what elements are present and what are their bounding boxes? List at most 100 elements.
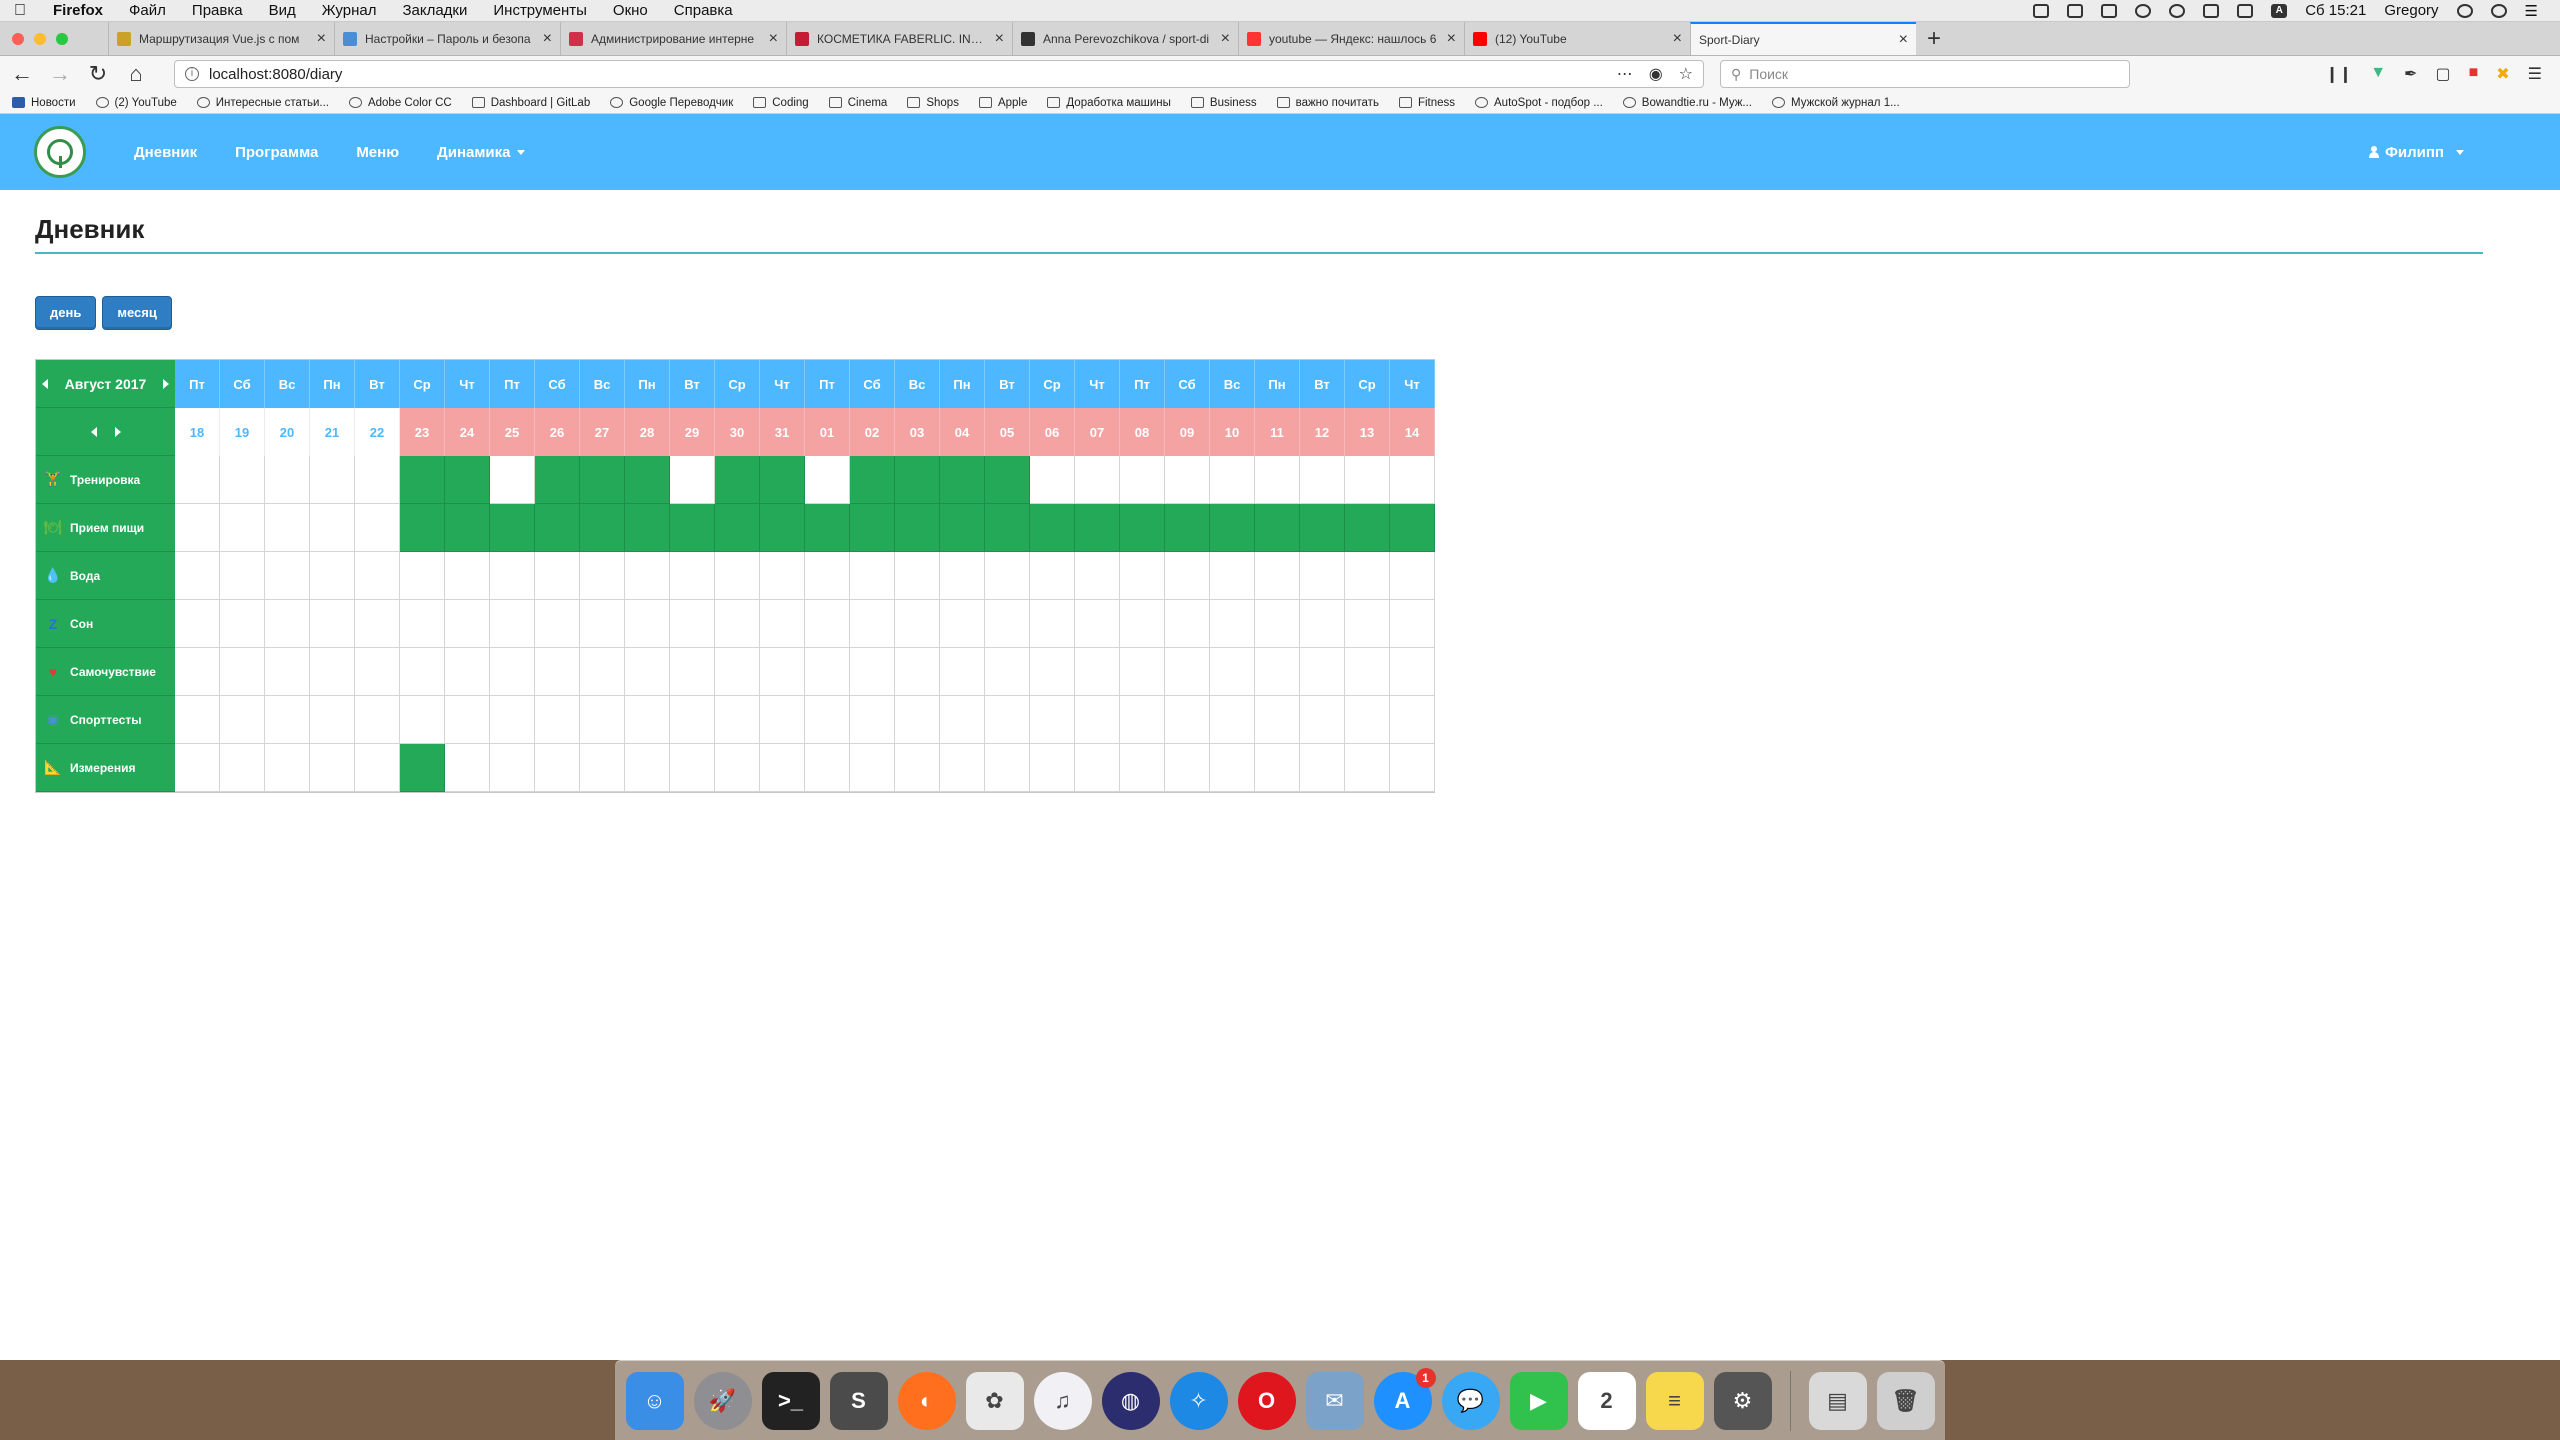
day-view-button[interactable]: день xyxy=(35,296,97,330)
diary-cell[interactable] xyxy=(175,456,220,504)
diary-cell[interactable] xyxy=(805,552,850,600)
date-cell[interactable]: 10 xyxy=(1210,408,1255,456)
diary-cell[interactable] xyxy=(310,696,355,744)
prev-month-icon[interactable] xyxy=(42,378,48,389)
user-menu[interactable]: Филипп xyxy=(2369,114,2464,190)
status-tray-icon[interactable] xyxy=(2101,3,2118,18)
notification-center-icon[interactable]: ☰ xyxy=(2525,2,2538,20)
close-tab-icon[interactable]: × xyxy=(317,30,326,48)
date-cell[interactable]: 22 xyxy=(355,408,400,456)
nav-diary-link[interactable]: Дневник xyxy=(134,144,197,161)
app-logo[interactable] xyxy=(34,126,86,178)
bookmark-item[interactable]: (2) YouTube xyxy=(95,97,177,109)
diary-cell[interactable] xyxy=(1255,744,1300,792)
menu-bookmarks[interactable]: Закладки xyxy=(389,0,480,22)
diary-cell[interactable] xyxy=(1300,648,1345,696)
menu-file[interactable]: Файл xyxy=(116,0,179,22)
diary-cell[interactable] xyxy=(1075,696,1120,744)
bookmark-item[interactable]: Интересные статьи... xyxy=(196,97,329,109)
firefox-app-icon[interactable]: ◐ xyxy=(897,1371,956,1430)
diary-cell[interactable] xyxy=(715,600,760,648)
diary-cell[interactable] xyxy=(265,600,310,648)
spotlight-search-icon[interactable] xyxy=(2456,3,2473,18)
reload-button[interactable]: ↻ xyxy=(84,60,112,88)
diary-cell[interactable] xyxy=(1120,744,1165,792)
diary-cell[interactable] xyxy=(1120,456,1165,504)
diary-cell-filled[interactable] xyxy=(940,504,985,552)
diary-cell-filled[interactable] xyxy=(670,504,715,552)
diary-cell-filled[interactable] xyxy=(805,504,850,552)
diary-cell[interactable] xyxy=(1300,600,1345,648)
date-cell[interactable]: 08 xyxy=(1120,408,1165,456)
diary-cell[interactable] xyxy=(580,744,625,792)
diary-cell[interactable] xyxy=(1030,552,1075,600)
diary-cell-filled[interactable] xyxy=(1030,504,1075,552)
diary-cell[interactable] xyxy=(625,648,670,696)
diary-cell[interactable] xyxy=(490,456,535,504)
diary-cell[interactable] xyxy=(985,600,1030,648)
diary-cell[interactable] xyxy=(1345,648,1390,696)
diary-cell[interactable] xyxy=(1390,744,1435,792)
diary-cell[interactable] xyxy=(1120,696,1165,744)
diary-cell[interactable] xyxy=(535,648,580,696)
launchpad-app-icon[interactable]: 🚀 xyxy=(693,1371,752,1430)
date-cell[interactable]: 03 xyxy=(895,408,940,456)
diary-cell[interactable] xyxy=(1390,600,1435,648)
diary-cell[interactable] xyxy=(445,552,490,600)
close-tab-icon[interactable]: × xyxy=(1899,31,1908,49)
menubar-clock[interactable]: Сб 15:21 xyxy=(2305,2,2366,19)
diary-cell[interactable] xyxy=(175,600,220,648)
diary-cell[interactable] xyxy=(175,504,220,552)
diary-cell[interactable] xyxy=(715,648,760,696)
diary-cell[interactable] xyxy=(310,456,355,504)
bookmark-star-icon[interactable]: ☆ xyxy=(1679,64,1693,84)
diary-cell[interactable] xyxy=(940,696,985,744)
diary-cell[interactable] xyxy=(445,600,490,648)
date-cell[interactable]: 13 xyxy=(1345,408,1390,456)
month-view-button[interactable]: месяц xyxy=(102,296,172,330)
library-icon[interactable]: ❙❙ xyxy=(2325,64,2352,84)
diary-cell[interactable] xyxy=(1030,600,1075,648)
status-tray-icon[interactable] xyxy=(2033,3,2050,18)
preview-app-icon[interactable]: ✉ xyxy=(1305,1371,1364,1430)
siri-app-icon[interactable]: ◍ xyxy=(1101,1371,1160,1430)
diary-cell[interactable] xyxy=(265,696,310,744)
downloads-stack-icon[interactable]: ▤ xyxy=(1808,1371,1867,1430)
menu-view[interactable]: Вид xyxy=(256,0,309,22)
diary-cell[interactable] xyxy=(760,648,805,696)
diary-cell[interactable] xyxy=(1345,744,1390,792)
bookmark-item[interactable]: Новости xyxy=(12,97,76,109)
diary-cell[interactable] xyxy=(670,600,715,648)
diary-cell[interactable] xyxy=(1075,648,1120,696)
menu-app-name[interactable]: Firefox xyxy=(40,0,116,22)
diary-cell[interactable] xyxy=(355,648,400,696)
diary-cell[interactable] xyxy=(490,600,535,648)
diary-cell[interactable] xyxy=(400,600,445,648)
siri-icon[interactable] xyxy=(2490,3,2507,18)
close-tab-icon[interactable]: × xyxy=(543,30,552,48)
diary-cell[interactable] xyxy=(1165,648,1210,696)
diary-cell[interactable] xyxy=(1165,696,1210,744)
diary-cell[interactable] xyxy=(310,648,355,696)
close-tab-icon[interactable]: × xyxy=(1447,30,1456,48)
nav-menu-link[interactable]: Меню xyxy=(356,144,399,161)
diary-cell[interactable] xyxy=(895,600,940,648)
date-cell[interactable]: 19 xyxy=(220,408,265,456)
date-cell[interactable]: 05 xyxy=(985,408,1030,456)
diary-cell[interactable] xyxy=(265,552,310,600)
page-actions-icon[interactable]: ⋯ xyxy=(1617,64,1633,84)
nav-dynamics-dropdown[interactable]: Динамика xyxy=(437,144,525,161)
diary-cell[interactable] xyxy=(625,552,670,600)
calendar-app-icon[interactable]: 2 xyxy=(1577,1371,1636,1430)
diary-cell-filled[interactable] xyxy=(445,504,490,552)
close-tab-icon[interactable]: × xyxy=(995,30,1004,48)
diary-cell[interactable] xyxy=(220,456,265,504)
menu-window[interactable]: Окно xyxy=(600,0,661,22)
eyedropper-icon[interactable]: ✒ xyxy=(2404,64,2417,84)
app-store-app-icon[interactable]: A1 xyxy=(1373,1367,1436,1430)
diary-cell[interactable] xyxy=(760,600,805,648)
diary-cell-filled[interactable] xyxy=(895,504,940,552)
row-label[interactable]: ♥ Самочувствие xyxy=(36,648,175,696)
diary-cell[interactable] xyxy=(625,744,670,792)
finder-app-icon[interactable]: ☺ xyxy=(625,1371,684,1430)
